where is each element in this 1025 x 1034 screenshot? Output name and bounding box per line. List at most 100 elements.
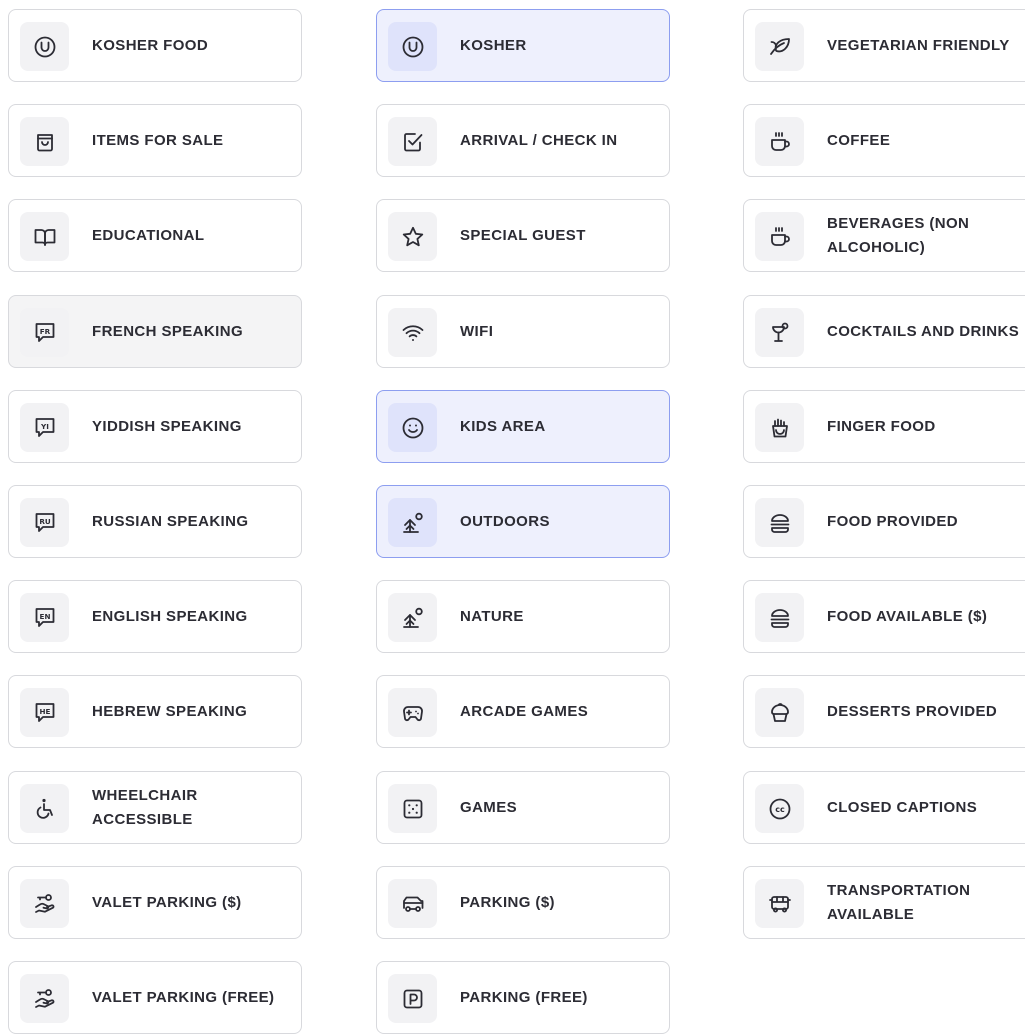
- amenity-option[interactable]: VALET PARKING (FREE): [8, 961, 302, 1034]
- amenity-option[interactable]: KIDS AREA: [376, 390, 670, 463]
- amenity-option[interactable]: OUTDOORS: [376, 485, 670, 558]
- wifi-icon: [388, 308, 437, 357]
- tree-sun-icon: [388, 498, 437, 547]
- amenity-label: YIDDISH SPEAKING: [92, 417, 242, 435]
- amenity-option[interactable]: VALET PARKING ($): [8, 866, 302, 939]
- amenity-label: PARKING (FREE): [460, 988, 588, 1006]
- cupcake-icon: [755, 688, 804, 737]
- kosher-icon: [388, 22, 437, 71]
- svg-text:HE: HE: [39, 707, 50, 716]
- amenity-option[interactable]: GAMES: [376, 771, 670, 844]
- amenity-option[interactable]: ARRIVAL / CHECK IN: [376, 104, 670, 177]
- amenity-label: SPECIAL GUEST: [460, 226, 586, 244]
- amenity-label: FINGER FOOD: [827, 417, 936, 435]
- amenity-option[interactable]: cc CLOSED CAPTIONS: [743, 771, 1025, 844]
- coffee-cup-icon: [755, 117, 804, 166]
- amenity-label: VEGETARIAN FRIENDLY: [827, 36, 1010, 54]
- burger-icon: [755, 593, 804, 642]
- amenity-option[interactable]: EN ENGLISH SPEAKING: [8, 580, 302, 653]
- amenity-option[interactable]: PARKING ($): [376, 866, 670, 939]
- amenity-option[interactable]: ITEMS FOR SALE: [8, 104, 302, 177]
- amenity-option[interactable]: ARCADE GAMES: [376, 675, 670, 748]
- book-icon: [20, 212, 69, 261]
- amenity-label: KIDS AREA: [460, 417, 546, 435]
- amenity-label: KOSHER: [460, 36, 527, 54]
- amenity-label: FRENCH SPEAKING: [92, 322, 244, 340]
- amenity-grid: KOSHER FOOD ITEMS FOR SALE EDUCATIONAL FR FR…: [0, 0, 1025, 1034]
- amenity-option[interactable]: VEGETARIAN FRIENDLY: [743, 9, 1025, 82]
- dice-icon: [388, 784, 437, 833]
- amenity-label: WIFI: [460, 322, 494, 340]
- svg-text:RU: RU: [39, 517, 51, 526]
- amenity-label: GAMES: [460, 798, 518, 816]
- amenity-label: ITEMS FOR SALE: [92, 131, 224, 149]
- amenity-label: NATURE: [460, 607, 524, 625]
- smiley-icon: [388, 403, 437, 452]
- amenity-option[interactable]: FOOD AVAILABLE ($): [743, 580, 1025, 653]
- amenity-option[interactable]: FR FRENCH SPEAKING: [8, 295, 302, 368]
- amenity-label: BEVERAGES (NON ALCOHOLIC): [827, 214, 970, 256]
- amenity-option[interactable]: FINGER FOOD: [743, 390, 1025, 463]
- amenity-option[interactable]: DESSERTS PROVIDED: [743, 675, 1025, 748]
- amenity-label: KOSHER FOOD: [92, 36, 209, 54]
- amenity-label: OUTDOORS: [460, 512, 550, 530]
- coffee-cup-icon: [755, 212, 804, 261]
- amenity-option[interactable]: RU RUSSIAN SPEAKING: [8, 485, 302, 558]
- amenity-option[interactable]: KOSHER: [376, 9, 670, 82]
- amenity-label: DESSERTS PROVIDED: [827, 702, 998, 720]
- amenity-label: COCKTAILS AND DRINKS: [827, 322, 1020, 340]
- wheelchair-icon: [20, 784, 69, 833]
- amenity-option[interactable]: HE HEBREW SPEAKING: [8, 675, 302, 748]
- amenity-option[interactable]: SPECIAL GUEST: [376, 199, 670, 272]
- speech-ru-icon: RU: [20, 498, 69, 547]
- bus-icon: [755, 879, 804, 928]
- checkbox-icon: [388, 117, 437, 166]
- valet-hand-key-icon: [20, 879, 69, 928]
- amenity-label: COFFEE: [827, 131, 891, 149]
- svg-text:FR: FR: [39, 327, 50, 336]
- svg-text:EN: EN: [39, 612, 50, 621]
- cocktail-glass-icon: [755, 308, 804, 357]
- speech-fr-icon: FR: [20, 308, 69, 357]
- svg-text:cc: cc: [775, 805, 785, 814]
- speech-en-icon: EN: [20, 593, 69, 642]
- amenity-option[interactable]: FOOD PROVIDED: [743, 485, 1025, 558]
- amenity-label: TRANSPORTATION AVAILABLE: [827, 881, 971, 923]
- amenity-option[interactable]: WIFI: [376, 295, 670, 368]
- amenity-label: PARKING ($): [460, 893, 555, 911]
- amenity-label: RUSSIAN SPEAKING: [92, 512, 249, 530]
- burger-icon: [755, 498, 804, 547]
- amenity-label: CLOSED CAPTIONS: [827, 798, 978, 816]
- speech-yi-icon: YI: [20, 403, 69, 452]
- shopping-bag-icon: [20, 117, 69, 166]
- amenity-option[interactable]: YI YIDDISH SPEAKING: [8, 390, 302, 463]
- amenity-label: ARRIVAL / CHECK IN: [460, 131, 618, 149]
- amenity-option[interactable]: TRANSPORTATION AVAILABLE: [743, 866, 1025, 939]
- valet-hand-key-icon: [20, 974, 69, 1023]
- amenity-label: HEBREW SPEAKING: [92, 702, 248, 720]
- amenity-label: FOOD AVAILABLE ($): [827, 607, 988, 625]
- amenity-label: WHEELCHAIR ACCESSIBLE: [92, 786, 198, 828]
- amenity-option[interactable]: WHEELCHAIR ACCESSIBLE: [8, 771, 302, 844]
- amenity-label: FOOD PROVIDED: [827, 512, 959, 530]
- amenity-option[interactable]: PARKING (FREE): [376, 961, 670, 1034]
- leaf-icon: [755, 22, 804, 71]
- amenity-label: VALET PARKING (FREE): [92, 988, 275, 1006]
- cc-icon: cc: [755, 784, 804, 833]
- amenity-option[interactable]: EDUCATIONAL: [8, 199, 302, 272]
- speech-he-icon: HE: [20, 688, 69, 737]
- amenity-label: ARCADE GAMES: [460, 702, 589, 720]
- amenity-option[interactable]: COFFEE: [743, 104, 1025, 177]
- star-icon: [388, 212, 437, 261]
- amenity-option[interactable]: NATURE: [376, 580, 670, 653]
- car-icon: [388, 879, 437, 928]
- kosher-icon: [20, 22, 69, 71]
- gamepad-icon: [388, 688, 437, 737]
- amenity-label: EDUCATIONAL: [92, 226, 205, 244]
- amenity-option[interactable]: COCKTAILS AND DRINKS: [743, 295, 1025, 368]
- amenity-option[interactable]: KOSHER FOOD: [8, 9, 302, 82]
- svg-text:YI: YI: [40, 422, 49, 431]
- tree-sun-icon: [388, 593, 437, 642]
- amenity-option[interactable]: BEVERAGES (NON ALCOHOLIC): [743, 199, 1025, 272]
- fries-icon: [755, 403, 804, 452]
